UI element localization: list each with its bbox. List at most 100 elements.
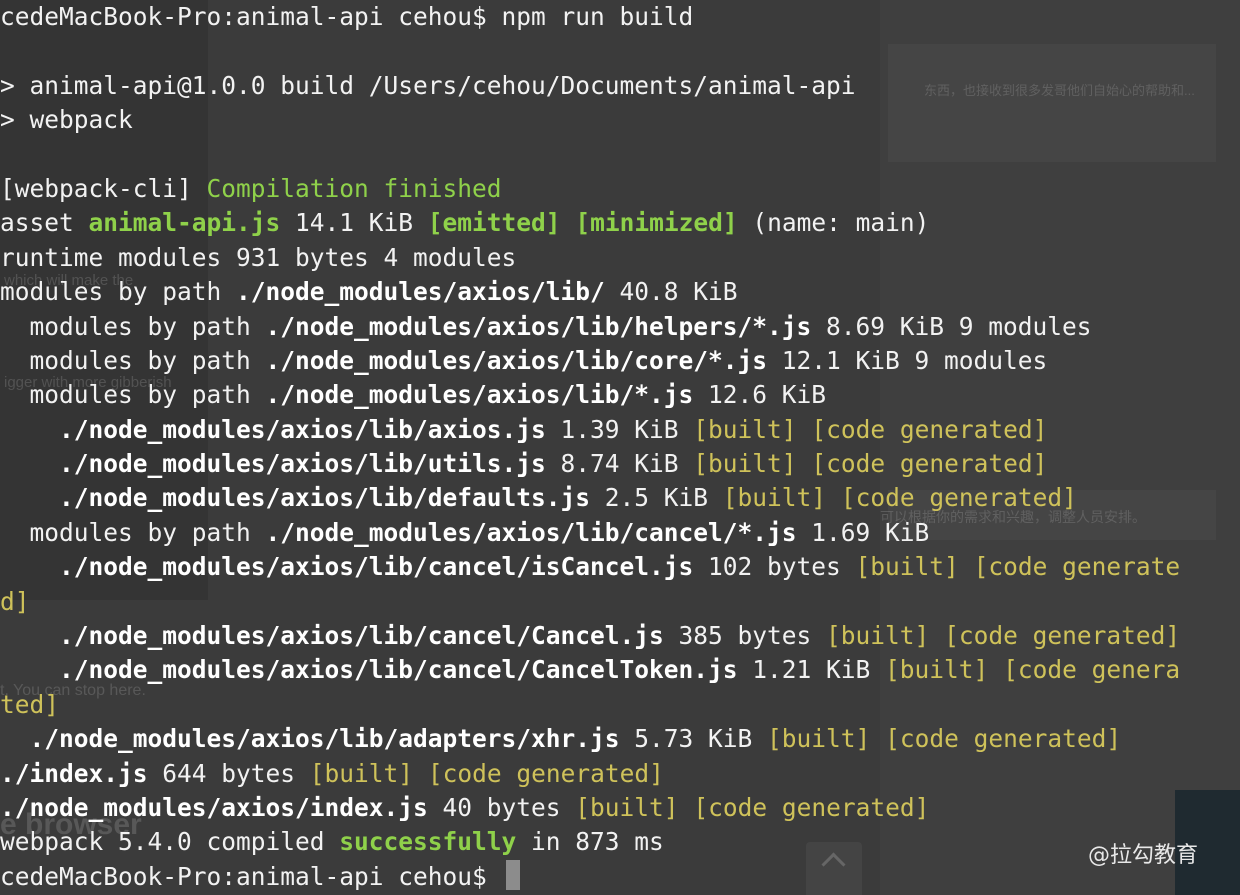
watermark: @拉勾教育 — [1087, 843, 1198, 868]
terminal-window: 东西，也接收到很多发哥他们自始心的帮助和... which will make … — [0, 0, 1240, 895]
terminal-text-segment: successfully — [339, 827, 517, 857]
terminal-line: modules by path ./node_modules/axios/lib… — [0, 344, 1240, 378]
terminal-text-segment: runtime modules 931 bytes 4 modules — [0, 242, 517, 272]
terminal-text-segment: ./node_modules/axios/lib/helpers/*.js — [265, 311, 812, 341]
terminal-text-segment: [code generated] — [840, 483, 1077, 513]
terminal-text-segment: ./index.js — [0, 758, 148, 788]
terminal-text-segment: ./node_modules/axios/lib/adapters/xhr.js — [0, 724, 620, 754]
terminal-cursor — [505, 859, 520, 890]
terminal-text-segment: [built] — [767, 724, 871, 754]
terminal-text-segment: [built] — [693, 449, 797, 479]
terminal-line: ./node_modules/axios/lib/cancel/Cancel.j… — [0, 619, 1240, 653]
terminal-text-segment: 1.21 KiB — [737, 655, 886, 685]
terminal-text-segment: ./node_modules/axios/lib/*.js — [265, 380, 694, 410]
terminal-text-segment: [code generated] — [693, 792, 930, 822]
terminal-text-segment: ./node_modules/axios/lib/cancel/Cancel.j… — [0, 621, 664, 651]
terminal-text-segment: [built] — [826, 621, 930, 651]
terminal-text-segment: 8.74 KiB — [545, 449, 694, 479]
terminal-text-segment: 102 bytes — [693, 552, 856, 582]
terminal-text-segment: [code generate — [973, 552, 1181, 582]
terminal-text-segment: 2.5 KiB — [590, 483, 723, 513]
terminal-line: d] — [0, 585, 1240, 619]
terminal-text-segment: 40.8 KiB — [604, 277, 738, 307]
terminal-text-segment: ./node_modules/axios/lib/ — [236, 277, 605, 307]
terminal-text-segment: [built] — [855, 552, 959, 582]
terminal-text-segment: ./node_modules/axios/lib/cancel/*.js — [265, 517, 797, 547]
terminal-line: ./node_modules/axios/lib/utils.js 8.74 K… — [0, 447, 1240, 481]
terminal-text-segment: [built] — [309, 758, 414, 788]
terminal-line: webpack 5.4.0 compiled successfully in 8… — [0, 825, 1240, 859]
terminal-text-segment: 5.73 KiB — [619, 724, 768, 754]
terminal-text-segment: ./node_modules/axios/lib/defaults.js — [0, 483, 591, 513]
terminal-text-segment: cedeMacBook-Pro:animal-api cehou$ npm ru… — [0, 2, 694, 31]
terminal-text-segment: 12.1 KiB 9 modules — [767, 345, 1048, 375]
terminal-line: modules by path ./node_modules/axios/lib… — [0, 310, 1240, 344]
terminal-line: > webpack — [0, 103, 1240, 137]
terminal-line: ./node_modules/axios/lib/cancel/CancelTo… — [0, 653, 1240, 687]
terminal-line: ted] — [0, 688, 1240, 722]
terminal-text-segment: ./node_modules/axios/lib/axios.js — [0, 414, 546, 444]
terminal-text-segment: d] — [0, 586, 30, 616]
terminal-text-segment: [code generated] — [885, 724, 1122, 754]
terminal-text-segment: [code generated] — [811, 414, 1048, 444]
terminal-text-segment: [code generated] — [427, 758, 664, 788]
terminal-text-segment: modules by path — [0, 277, 237, 307]
terminal-text-segment: ./node_modules/axios/index.js — [0, 792, 428, 822]
terminal-text-segment: 1.69 KiB — [796, 517, 930, 547]
terminal-line: ./node_modules/axios/lib/adapters/xhr.js… — [0, 722, 1240, 756]
terminal-line: ./node_modules/axios/lib/cancel/isCancel… — [0, 550, 1240, 584]
terminal-text-segment: modules by path — [0, 517, 266, 547]
terminal-text-segment: ./node_modules/axios/lib/cancel/CancelTo… — [0, 655, 738, 685]
terminal-line: modules by path ./node_modules/axios/lib… — [0, 275, 1240, 309]
terminal-text-segment: 385 bytes — [663, 621, 827, 651]
terminal-text-segment: 1.39 KiB — [545, 414, 694, 444]
terminal-text-segment: [webpack-cli] — [0, 173, 207, 203]
terminal-text-segment: ./node_modules/axios/lib/utils.js — [0, 449, 546, 479]
terminal-text-segment: > animal-api@1.0.0 build /Users/cehou/Do… — [0, 70, 856, 100]
terminal-text-segment: [code generated] — [944, 621, 1181, 651]
terminal-line: cedeMacBook-Pro:animal-api cehou$ npm ru… — [0, 0, 1240, 34]
terminal-text-segment: Compilation finished — [206, 173, 502, 203]
terminal-line: cedeMacBook-Pro:animal-api cehou$ — [0, 859, 1240, 894]
terminal-line: ./node_modules/axios/lib/axios.js 1.39 K… — [0, 413, 1240, 447]
terminal-text-segment: ted] — [0, 689, 60, 719]
terminal-text-segment: 644 bytes — [147, 758, 310, 788]
terminal-text-segment: [built] — [722, 483, 827, 513]
terminal-text-segment: [code genera — [1003, 655, 1181, 685]
terminal-text-segment: [emitted] — [427, 208, 561, 238]
terminal-text-segment: 12.6 KiB — [693, 380, 827, 410]
terminal-text-segment: animal-api.js — [88, 208, 281, 238]
terminal-text-segment: modules by path — [0, 311, 266, 341]
terminal-line: runtime modules 931 bytes 4 modules — [0, 241, 1240, 275]
terminal-line: > animal-api@1.0.0 build /Users/cehou/Do… — [0, 69, 1240, 103]
terminal-line: modules by path ./node_modules/axios/lib… — [0, 378, 1240, 412]
terminal-text-segment: modules by path — [0, 380, 266, 410]
terminal-line: modules by path ./node_modules/axios/lib… — [0, 516, 1240, 550]
terminal-output[interactable]: cedeMacBook-Pro:animal-api cehou$ npm ru… — [0, 0, 1240, 894]
terminal-line: asset animal-api.js 14.1 KiB [emitted] [… — [0, 206, 1240, 240]
terminal-text-segment: ./node_modules/axios/lib/cancel/isCancel… — [0, 552, 694, 582]
terminal-line: ./node_modules/axios/lib/defaults.js 2.5… — [0, 481, 1240, 515]
terminal-line: ./node_modules/axios/index.js 40 bytes [… — [0, 791, 1240, 825]
terminal-line: [webpack-cli] Compilation finished — [0, 172, 1240, 206]
terminal-text-segment: [built] — [693, 414, 797, 444]
terminal-text-segment: modules by path — [0, 345, 266, 375]
terminal-text-segment: [code generated] — [811, 449, 1048, 479]
terminal-text-segment: [built] — [575, 792, 679, 822]
terminal-text-segment: asset — [0, 208, 89, 238]
terminal-text-segment: 14.1 KiB — [280, 208, 428, 238]
terminal-text-segment: 40 bytes — [427, 792, 576, 822]
terminal-text-segment: [built] — [885, 655, 989, 685]
